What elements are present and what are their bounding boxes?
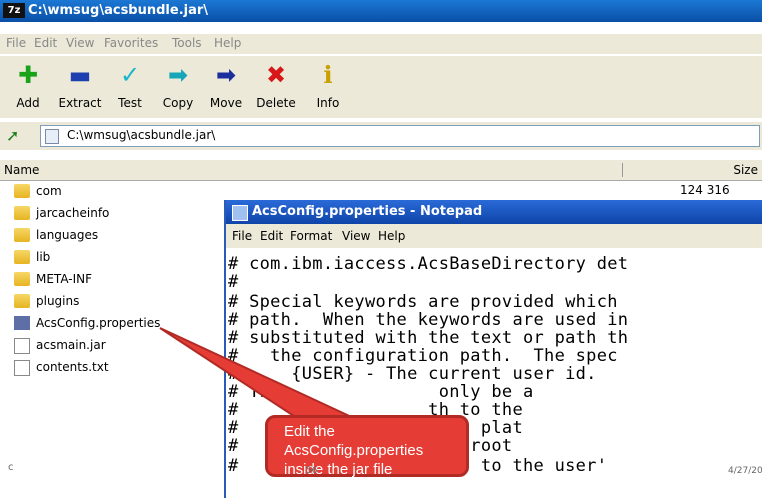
slide-footer-mark: c	[8, 462, 14, 473]
annotation-callout: Edit the AcsConfig.properties inside the…	[265, 415, 469, 478]
callout-pointer-shape	[159, 327, 359, 421]
callout-line-1: Edit the AcsConfig.properties	[284, 423, 424, 459]
slide-date: 4/27/2016	[728, 466, 762, 476]
slide-number: 56	[306, 466, 318, 476]
